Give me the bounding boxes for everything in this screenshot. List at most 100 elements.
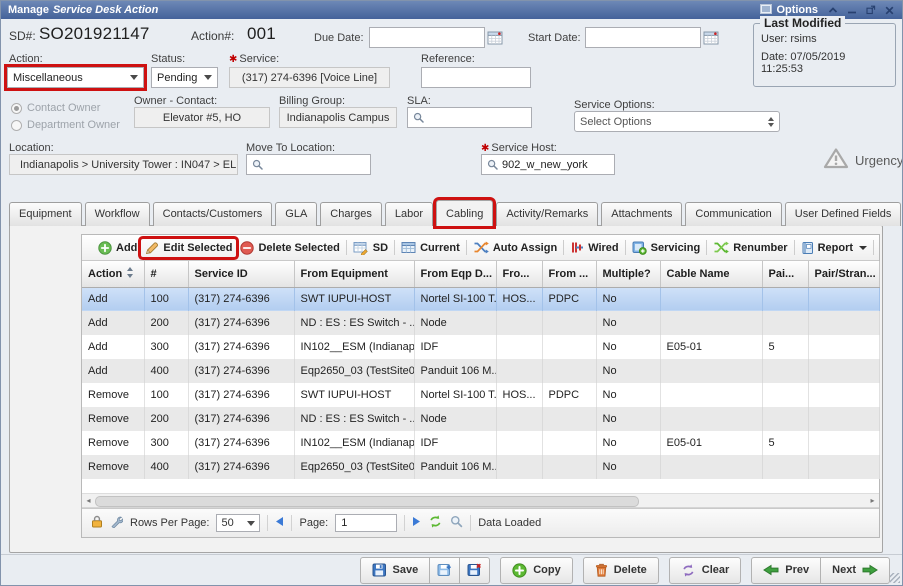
column-header-multiple[interactable]: Multiple? [596,261,660,287]
column-header-from-equipment[interactable]: From Equipment [294,261,414,287]
tab-communication[interactable]: Communication [685,202,781,226]
tab-user-defined-fields[interactable]: User Defined Fields [785,202,902,226]
clear-button[interactable]: Clear [669,557,742,584]
save-and-close-button[interactable] [459,557,490,584]
tab-workflow[interactable]: Workflow [85,202,150,226]
sd-button[interactable]: SD [349,239,392,257]
table-cell: Eqp2650_03 (TestSite0... [294,455,414,479]
column-header-from[interactable]: From ... [542,261,596,287]
edit-selected-button[interactable]: Edit Selected [141,239,236,257]
table-cell [660,359,762,383]
delete-button[interactable]: Delete [583,557,659,584]
page-label: Page: [299,517,328,529]
table-cell [496,335,542,359]
delete-selected-button[interactable]: Delete Selected [236,239,343,257]
next-button[interactable]: Next [820,557,890,584]
tab-gla[interactable]: GLA [275,202,317,226]
table-cell: No [596,455,660,479]
wired-button[interactable]: Wired [566,239,622,256]
contact-owner-radio[interactable]: Contact Owner [11,102,100,114]
column-header-fro[interactable]: Fro... [496,261,542,287]
service-host-search-input[interactable]: 902_w_new_york [481,154,615,175]
grid-icon [401,241,416,254]
column-header-col1[interactable]: # [144,261,188,287]
prev-button[interactable]: Prev [751,557,821,584]
table-row[interactable]: Remove400(317) 274-6396Eqp2650_03 (TestS… [82,455,879,479]
owner-contact-field: Elevator #5, HO [134,107,270,128]
search-icon[interactable] [450,515,463,531]
perspectives-button[interactable]: Perspectives [876,239,879,257]
table-row[interactable]: Add300(317) 274-6396IN102__ESM (Indianap… [82,335,879,359]
urgency-indicator[interactable]: Urgency [823,147,903,174]
copy-button[interactable]: Copy [500,557,573,584]
department-owner-radio[interactable]: Department Owner [11,119,120,131]
tab-attachments[interactable]: Attachments [601,202,682,226]
start-date-calendar-icon[interactable] [702,29,719,46]
rows-per-page-label: Rows Per Page: [130,517,209,529]
due-date-input[interactable] [369,27,485,48]
tab-equipment[interactable]: Equipment [9,202,82,226]
servicing-button[interactable]: Servicing [628,239,705,257]
horizontal-scrollbar[interactable]: ◂ ▸ [82,493,879,508]
move-to-location-search-input[interactable] [246,154,371,175]
table-row[interactable]: Add100(317) 274-6396SWT IUPUI-HOSTNortel… [82,287,879,311]
refresh-icon[interactable] [428,515,443,531]
column-header-pai[interactable]: Pai... [762,261,808,287]
collapse-icon[interactable] [828,6,838,15]
tab-activity-remarks[interactable]: Activity/Remarks [496,202,598,226]
minimize-icon[interactable] [847,6,857,15]
tab-cabling[interactable]: Cabling [436,200,493,226]
due-date-calendar-icon[interactable] [486,29,503,46]
tab-strip: EquipmentWorkflowContacts/CustomersGLACh… [9,201,903,226]
scroll-right-icon[interactable]: ▸ [867,495,878,505]
column-header-from-eqp-d[interactable]: From Eqp D... [414,261,496,287]
lock-icon[interactable] [91,515,103,531]
chevron-down-icon [247,521,255,526]
column-header-cable-name[interactable]: Cable Name [660,261,762,287]
table-cell [542,359,596,383]
reference-input[interactable] [421,67,531,88]
table-row[interactable]: Remove200(317) 274-6396ND : ES : ES Swit… [82,407,879,431]
table-cell: Add [82,359,144,383]
add-button[interactable]: Add [94,239,141,257]
scrollbar-thumb[interactable] [95,496,639,507]
column-header-pair-stran[interactable]: Pair/Stran... [808,261,879,287]
next-page-icon[interactable] [412,516,421,530]
popout-icon[interactable] [866,5,876,15]
save-button[interactable]: Save [360,557,431,584]
current-button[interactable]: Current [397,239,464,256]
sla-search-input[interactable] [407,107,532,128]
action-dropdown[interactable]: Miscellaneous [7,67,144,88]
sd-grid-icon [353,241,369,255]
close-icon[interactable] [885,6,894,15]
tab-contacts-customers[interactable]: Contacts/Customers [153,202,273,226]
up-down-arrows-icon [768,117,774,127]
start-date-input[interactable] [585,27,701,48]
report-button[interactable]: Report [797,239,871,257]
options-menu-button[interactable]: Options [760,4,818,17]
auto-assign-button[interactable]: Auto Assign [469,239,561,256]
save-and-new-button[interactable] [429,557,460,584]
action-number-label: Action#: [191,29,234,43]
search-icon [252,159,263,170]
location-field: Indianapolis > University Tower : IN047 … [9,154,238,175]
previous-page-icon[interactable] [275,516,284,530]
tab-labor[interactable]: Labor [385,202,433,226]
rows-per-page-select[interactable]: 50 [216,514,260,532]
table-cell [762,383,808,407]
table-cell: PDPC [542,383,596,407]
renumber-button[interactable]: Renumber [709,239,791,256]
resize-grip[interactable] [890,573,900,583]
column-header-action[interactable]: Action [82,261,144,287]
table-row[interactable]: Remove100(317) 274-6396SWT IUPUI-HOSTNor… [82,383,879,407]
tab-charges[interactable]: Charges [320,202,382,226]
page-number-input[interactable] [335,514,397,532]
column-header-service-id[interactable]: Service ID [188,261,294,287]
wrench-icon[interactable] [110,515,123,531]
service-options-select[interactable]: Select Options [574,111,780,132]
status-dropdown[interactable]: Pending [151,67,218,88]
table-row[interactable]: Add400(317) 274-6396Eqp2650_03 (TestSite… [82,359,879,383]
table-row[interactable]: Add200(317) 274-6396ND : ES : ES Switch … [82,311,879,335]
table-row[interactable]: Remove300(317) 274-6396IN102__ESM (India… [82,431,879,455]
scroll-left-icon[interactable]: ◂ [83,495,94,505]
